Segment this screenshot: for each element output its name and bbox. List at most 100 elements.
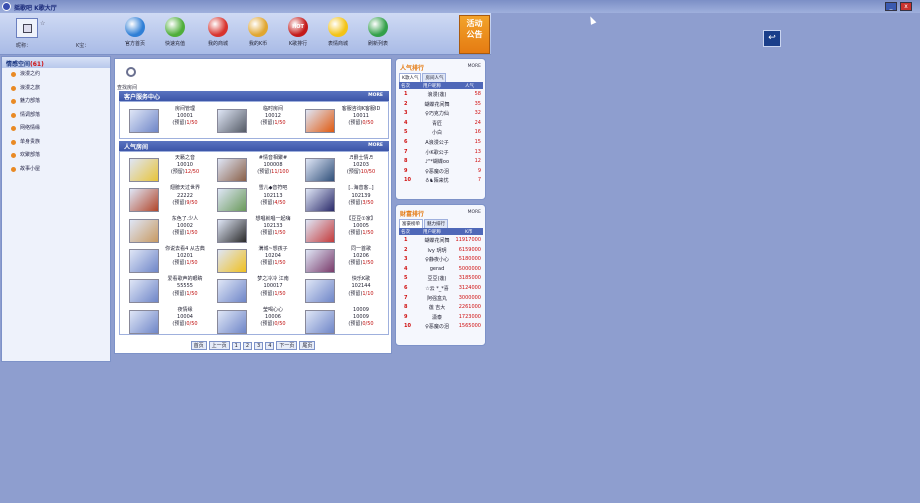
- toolbar-button-1[interactable]: 快速充值: [160, 17, 190, 53]
- announcement-label: 活动公告: [466, 19, 483, 39]
- minimize-button[interactable]: _: [885, 2, 897, 11]
- sidebar-item[interactable]: 魅力部落: [2, 95, 110, 109]
- toolbar-button-4[interactable]: HOT K歌排行: [283, 17, 313, 53]
- ranking-row[interactable]: 1 浪漫(莲) 58: [399, 90, 483, 98]
- room-card[interactable]: 想唱就唱一起嗨 102133 (预留)1/50: [208, 215, 294, 245]
- room-card[interactable]: 客服咨询K客服ID 10011 (预留)0/50: [296, 105, 382, 135]
- room-card[interactable]: 翅膀天过世界 22222 (预留)9/50: [120, 184, 206, 214]
- mouse-cursor-icon: [587, 15, 597, 25]
- pager-button[interactable]: 首页: [190, 341, 207, 350]
- ranking-row[interactable]: 9 潇泰 1723000: [399, 313, 483, 321]
- ranking-row[interactable]: 2 蝴蝶花间舞 35: [399, 100, 483, 108]
- room-card[interactable]: 10009 10009 (预留)0/50: [296, 306, 382, 336]
- ranking-column-header: 用户昵称: [423, 230, 441, 235]
- pager-button[interactable]: 尾页: [299, 341, 316, 350]
- room-card[interactable]: ♬爵士情♬ 10203 (预留)10/50: [296, 154, 382, 184]
- ranking-row[interactable]: 7 小K歌公子 13: [399, 148, 483, 156]
- service-more-link[interactable]: MORE: [368, 93, 383, 98]
- ranking-row[interactable]: 5 豆豆(莲) 3185000: [399, 274, 483, 282]
- rank-value: 16: [474, 129, 481, 136]
- pager-button[interactable]: 下一页: [276, 341, 298, 350]
- rank-number: 6: [404, 139, 408, 145]
- room-card[interactable]: 莹喝心心 10006 (预留)0/50: [208, 306, 294, 336]
- room-card[interactable]: 梦之冷冷 江南 100017 (预留)1/50: [208, 275, 294, 305]
- rank-nickname: ♀巧克力仙: [425, 111, 449, 118]
- toolbar-button-2[interactable]: 我的商城: [203, 17, 233, 53]
- wealth-more-link[interactable]: MORE: [468, 210, 481, 215]
- room-card[interactable]: 天籁之音 10010 (预留)12/50: [120, 154, 206, 184]
- room-id: 10006: [265, 313, 281, 320]
- toolbar-button-5[interactable]: 表情商城: [323, 17, 353, 53]
- sidebar-item[interactable]: 浪漫之约: [2, 68, 110, 82]
- room-info: 你说去看4 从古典 10201 (预留)1/50: [161, 246, 209, 268]
- ranking-row[interactable]: 3 ♀巧克力仙 32: [399, 109, 483, 117]
- sidebar-header[interactable]: 情感空间(61): [2, 57, 110, 68]
- room-occupancy: (预留)1/50: [337, 260, 385, 267]
- ranking-row[interactable]: 8 莲 吉大 2261000: [399, 303, 483, 311]
- room-card[interactable]: 临时房间 10012 (预留)1/50: [208, 105, 294, 135]
- sidebar-item[interactable]: 故事小屋: [2, 163, 110, 177]
- room-card[interactable]: #情音相聚# 100008 (预留)11/100: [208, 154, 294, 184]
- room-card[interactable]: 【豆豆①家】 10005 (预留)1/50: [296, 215, 382, 245]
- toolbar-star-icon: ☆: [40, 20, 46, 27]
- ranking-row[interactable]: 5 小白 16: [399, 128, 483, 136]
- avatar[interactable]: [16, 18, 38, 38]
- rank-value: 5000000: [458, 265, 481, 272]
- room-card[interactable]: 爱看歌声的眼睛 55555 (预留)1/50: [120, 275, 206, 305]
- sidebar-item[interactable]: 单身贵族: [2, 136, 110, 150]
- toolbar-button-3[interactable]: 我的K币: [243, 17, 273, 53]
- popular-more-link[interactable]: MORE: [368, 143, 383, 148]
- popularity-more-link[interactable]: MORE: [468, 64, 481, 69]
- ranking-row[interactable]: 9 ♀恶魔の泪 9: [399, 167, 483, 175]
- sidebar-item[interactable]: 欢聚部落: [2, 149, 110, 163]
- ranking-row[interactable]: 6 A浪漫公子 15: [399, 138, 483, 146]
- toolbar-button-6[interactable]: 刷新列表: [363, 17, 393, 53]
- toolbar-button-label: 我的K币: [248, 41, 268, 47]
- popularity-title: 人气排行: [400, 65, 425, 72]
- room-card[interactable]: 夜情缘 10004 (预留)0/50: [120, 306, 206, 336]
- rank-value: 1723000: [458, 313, 481, 320]
- room-card[interactable]: [..海音客..] 102139 (预留)3/50: [296, 184, 382, 214]
- rank-nickname: gerad: [429, 265, 445, 272]
- room-card[interactable]: 满城~想孩子 10204 (预留)1/50: [208, 245, 294, 275]
- browser-shortcut-icon[interactable]: ↩: [763, 30, 781, 47]
- ranking-row[interactable]: 3 ♀静夜小心 5180000: [399, 255, 483, 263]
- sidebar-item[interactable]: 情调部落: [2, 109, 110, 123]
- room-occupancy: (预留)1/50: [161, 291, 209, 298]
- room-card[interactable]: 同一首歌 10206 (预留)1/50: [296, 245, 382, 275]
- popular-rooms: 天籁之音 10010 (预留)12/50 #情音相聚# 100008 (预留)11/100…: [119, 151, 389, 335]
- ranking-row[interactable]: 10 ♀恶魔の泪 1565000: [399, 322, 483, 330]
- announcement-button[interactable]: 活动公告: [459, 15, 490, 54]
- pager-button[interactable]: 3: [254, 342, 264, 350]
- ranking-row[interactable]: 10 ♁♞陌来忧 7: [399, 176, 483, 184]
- search-rooms-label[interactable]: 查找房间: [117, 84, 137, 91]
- close-button[interactable]: x: [900, 2, 912, 11]
- ranking-row[interactable]: 8 ♪"*蝴蝶oo 12: [399, 157, 483, 165]
- ranking-row[interactable]: 4 gerad 5000000: [399, 265, 483, 273]
- rank-number: 2: [404, 100, 408, 107]
- toolbar-button-0[interactable]: 官方首页: [120, 17, 150, 53]
- pager-button[interactable]: 2: [242, 342, 252, 350]
- search-icon[interactable]: [126, 67, 136, 77]
- ranking-row[interactable]: 6 ☆云 *_*喜 3124000: [399, 284, 483, 292]
- room-card[interactable]: 快乐K歌 102144 (预留)1/10: [296, 275, 382, 305]
- ranking-row[interactable]: 2 lvy 玥玥 6159000: [399, 246, 483, 254]
- pager-button[interactable]: 上一页: [208, 341, 230, 350]
- rank-nickname: 小K歌公子: [425, 149, 449, 156]
- room-occupancy: (预留)0/50: [249, 321, 297, 328]
- rank-nickname: 青匠: [431, 120, 442, 127]
- ranking-row[interactable]: 4 青匠 24: [399, 119, 483, 127]
- room-card[interactable]: 房间管理 10001 (预留)1/50: [120, 105, 206, 135]
- pager-button[interactable]: 1: [231, 342, 241, 350]
- pager-button[interactable]: 4: [265, 342, 275, 350]
- ranking-row[interactable]: 1 蝴蝶花间舞 11917000: [399, 236, 483, 244]
- room-id: 102139: [351, 192, 371, 199]
- sidebar-item[interactable]: 网络情缘: [2, 122, 110, 136]
- room-thumbnail: [129, 279, 159, 304]
- sidebar-item[interactable]: 浪漫之旅: [2, 82, 110, 96]
- ranking-row[interactable]: 7 阿强盒丸 3000000: [399, 294, 483, 302]
- room-card[interactable]: 雪儿◆音符吧 102113 (预留)4/50: [208, 184, 294, 214]
- room-card[interactable]: 你说去看4 从古典 10201 (预留)1/50: [120, 245, 206, 275]
- service-center-header: 客户服务中心 MORE: [119, 91, 389, 101]
- room-card[interactable]: 东色了.少人 10002 (预留)1/50: [120, 215, 206, 245]
